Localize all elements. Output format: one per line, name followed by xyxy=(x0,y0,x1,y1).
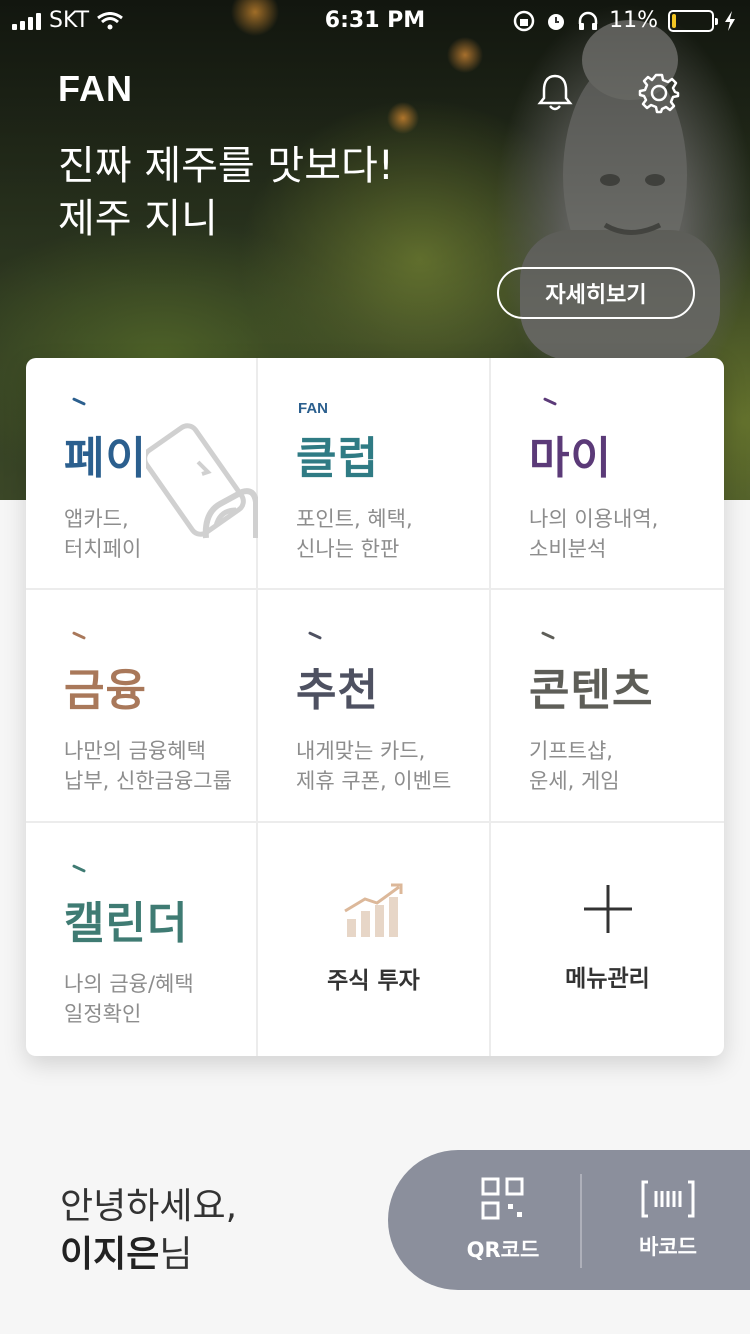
detail-button[interactable]: 자세히보기 xyxy=(497,267,695,319)
barcode-icon xyxy=(641,1180,695,1218)
menu-content[interactable]: 콘텐츠 기프트샵, 운세, 게임 xyxy=(491,590,724,823)
gear-icon[interactable] xyxy=(638,72,680,114)
accent-mark xyxy=(72,397,86,406)
menu-stock[interactable]: 주식 투자 xyxy=(258,823,491,1056)
menu-grid: 페이 앱카드, 터치페이 FAN 클럽 포인트, 혜택, 신나는 한판 마이 나의 … xyxy=(26,358,724,1056)
menu-recommend-desc1: 내게맞는 카드, xyxy=(296,739,426,763)
menu-recommend-desc2: 제휴 쿠폰, 이벤트 xyxy=(296,769,452,793)
accent-mark xyxy=(543,397,557,406)
alarm-icon xyxy=(548,13,565,30)
hero-title-line1: 진짜 제주를 맛보다! xyxy=(58,143,394,189)
greeting-line1: 안녕하세요, xyxy=(60,1186,238,1227)
menu-finance-desc1: 나만의 금융혜택 xyxy=(64,739,206,763)
accent-mark xyxy=(72,864,86,873)
menu-club[interactable]: FAN 클럽 포인트, 혜택, 신나는 한판 xyxy=(258,358,491,590)
phone-tap-icon xyxy=(146,423,258,539)
menu-recommend-title: 추천 xyxy=(296,665,379,716)
menu-content-desc2: 운세, 게임 xyxy=(529,769,620,793)
menu-calendar-desc1: 나의 금융/혜택 xyxy=(64,972,194,996)
menu-my-desc1: 나의 이용내역, xyxy=(529,507,659,531)
menu-calendar[interactable]: 캘린더 나의 금융/혜택일정확인 xyxy=(26,823,258,1056)
menu-manage[interactable]: 메뉴관리 xyxy=(491,823,724,1056)
menu-my-desc2: 소비분석 xyxy=(529,537,607,561)
rotation-lock-icon xyxy=(513,10,535,31)
qr-code-label: QR코드 xyxy=(466,1238,540,1262)
menu-club-title: 클럽 xyxy=(296,433,379,484)
menu-recommend[interactable]: 추천 내게맞는 카드, 제휴 쿠폰, 이벤트 xyxy=(258,590,491,823)
menu-finance-title: 금융 xyxy=(64,665,147,716)
chart-up-icon xyxy=(343,883,402,937)
status-bar: SKT 6:31 PM 11% xyxy=(0,0,750,40)
headphones-icon xyxy=(578,11,598,30)
battery-percent: 11% xyxy=(609,8,658,33)
divider xyxy=(580,1174,582,1268)
fan-tag: FAN xyxy=(298,400,328,417)
plus-icon xyxy=(583,885,632,933)
menu-pay[interactable]: 페이 앱카드, 터치페이 xyxy=(26,358,258,590)
user-name: 이지은 xyxy=(60,1234,160,1275)
menu-finance[interactable]: 금융 나만의 금융혜택납부, 신한금융그룹 xyxy=(26,590,258,823)
greeting: 안녕하세요, 이지은님 xyxy=(60,1183,237,1279)
menu-manage-title: 메뉴관리 xyxy=(565,966,650,992)
menu-club-desc1: 포인트, 혜택, xyxy=(296,507,413,531)
menu-stock-title: 주식 투자 xyxy=(327,968,420,994)
hero-title-line2: 제주 지니 xyxy=(58,196,218,242)
accent-mark xyxy=(308,631,322,640)
menu-finance-desc2: 납부, 신한금융그룹 xyxy=(64,769,232,793)
menu-content-title: 콘텐츠 xyxy=(529,665,654,716)
app-logo: FAN xyxy=(58,68,133,109)
accent-mark xyxy=(72,631,86,640)
bell-icon[interactable] xyxy=(536,72,574,112)
barcode-button[interactable]: 바코드 xyxy=(588,1150,748,1290)
menu-club-desc2: 신나는 한판 xyxy=(296,537,400,561)
menu-calendar-desc2: 일정확인 xyxy=(64,1002,142,1026)
barcode-label: 바코드 xyxy=(639,1235,697,1259)
qr-code-icon xyxy=(481,1177,524,1220)
menu-content-desc1: 기프트샵, xyxy=(529,739,613,763)
menu-my[interactable]: 마이 나의 이용내역, 소비분석 xyxy=(491,358,724,590)
greeting-suffix: 님 xyxy=(159,1234,193,1275)
code-panel: QR코드 바코드 xyxy=(388,1150,750,1290)
qr-code-button[interactable]: QR코드 xyxy=(428,1150,578,1290)
charging-icon xyxy=(725,10,735,31)
menu-calendar-title: 캘린더 xyxy=(64,898,189,949)
battery-icon xyxy=(668,9,718,32)
hero-title: 진짜 제주를 맛보다! 제주 지니 xyxy=(58,140,394,246)
accent-mark xyxy=(541,631,555,640)
menu-my-title: 마이 xyxy=(529,433,612,484)
